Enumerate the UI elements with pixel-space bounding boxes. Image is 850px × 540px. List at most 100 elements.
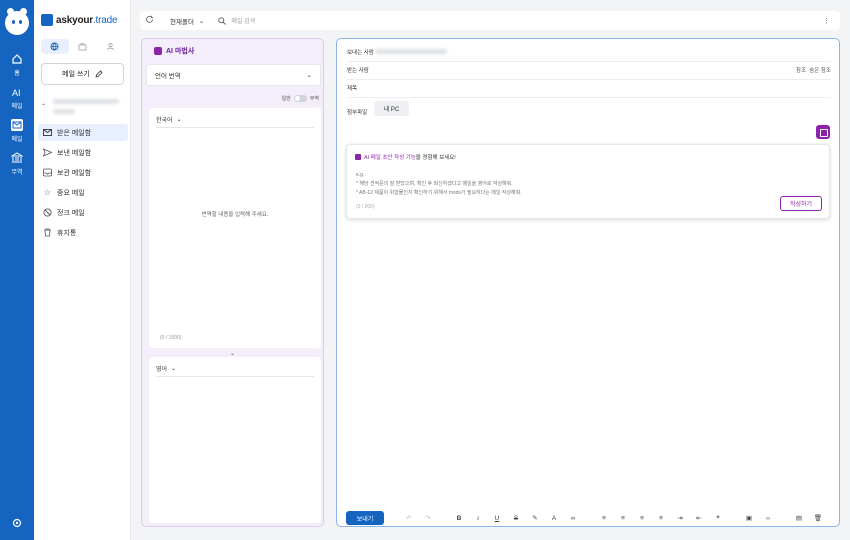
source-lang-select[interactable]: 한국어 ⌄ — [156, 115, 182, 124]
send-button[interactable]: 보내기 — [346, 511, 384, 525]
strikethrough-icon[interactable]: S — [511, 515, 521, 522]
attach-my-pc-button[interactable]: 내 PC — [374, 101, 409, 116]
template-icon[interactable]: ▤ — [794, 514, 804, 522]
bcc-label: 숨은 참조 — [809, 68, 831, 74]
toggle-right-label: 무역 — [309, 96, 319, 102]
italic-icon[interactable]: i — [473, 515, 483, 522]
rail-item-trade[interactable]: 무역 — [0, 152, 34, 176]
person-icon — [106, 42, 114, 51]
text-color-icon[interactable]: A — [549, 515, 559, 522]
inbox-icon — [43, 129, 52, 136]
subject-label: 제목 — [347, 86, 358, 92]
divider — [156, 127, 314, 128]
folder-scope-value: 현재폴더 — [170, 18, 194, 26]
underline-icon[interactable]: U — [492, 515, 502, 522]
editor-toolbar: 보내기 ↶ ↷ B i U S ✎ A ∞ ≡ ≡ ≡ ≡ ⇥ ⇤ ❝ ▣ ‹›… — [346, 511, 830, 525]
code-icon[interactable]: ‹› — [763, 515, 773, 522]
target-lang-value: 영어 — [156, 367, 168, 373]
outdent-icon[interactable]: ⇤ — [694, 514, 704, 522]
rail-item-ai[interactable]: AI 메일 — [0, 86, 34, 110]
app-logo[interactable] — [5, 8, 29, 35]
swap-direction-button[interactable]: ⌄ — [230, 350, 235, 357]
folder-important[interactable]: ☆ 중요 메일 — [38, 184, 128, 201]
folder-trash[interactable]: 휴지통 — [38, 224, 128, 241]
target-lang-select[interactable]: 영어 ⌄ — [156, 364, 176, 373]
compose-button[interactable]: 메일 쓰기 — [41, 63, 124, 85]
cc-button[interactable]: 참조 숨은 참조 — [796, 66, 831, 74]
ai-draft-card: AI 메일 초안 작성 기능을 경험해 보세요! e.g. * 해당 견적문의 … — [346, 144, 830, 219]
from-label: 보내는 사람 — [347, 50, 374, 56]
undo-icon[interactable]: ↶ — [404, 514, 414, 522]
ai-title-text: AI 마법사 — [166, 48, 195, 55]
person-tab[interactable] — [96, 39, 124, 54]
draft-title: AI 메일 초안 작성 기능을 경험해 보세요! — [355, 153, 456, 161]
globe-icon — [50, 42, 59, 51]
settings-icon — [12, 518, 22, 528]
folder-archive[interactable]: 보관 메일함 — [38, 164, 128, 181]
source-placeholder: 번역할 내용을 입력해 주세요. — [201, 212, 269, 218]
search-input[interactable]: 메일 검색 — [218, 16, 255, 25]
folder-label: 받은 메일함 — [57, 129, 92, 137]
logo-eye — [12, 20, 15, 24]
folder-label: 보관 메일함 — [57, 169, 92, 177]
briefcase-tab[interactable] — [69, 39, 97, 54]
chevron-up-icon: ⌃ — [41, 104, 47, 110]
refresh-button[interactable] — [140, 15, 158, 26]
ai-mode-select[interactable]: 언어 번역 ⌄ — [146, 64, 321, 86]
compose-panel: 보내는 사람 받는 사람 참조 숨은 참조 제목 첨부파일 내 PC AI 메일… — [336, 38, 840, 527]
toggle-left-label: 일반 — [281, 96, 291, 102]
more-menu-button[interactable]: ⋮ — [823, 17, 830, 25]
draft-example-line: * 해당 견적문의 잘 받았으며, 확인 후 회신하겠다고 메일을 영어로 작성… — [356, 181, 513, 187]
pencil-icon — [95, 70, 103, 78]
rail-item-mail[interactable]: 메일 — [0, 119, 34, 143]
globe-tab[interactable] — [41, 39, 69, 54]
ai-draft-toggle-button[interactable] — [816, 125, 830, 139]
rail-item-label: 메일 — [11, 104, 23, 110]
star-icon: ☆ — [43, 188, 52, 197]
draft-title-rest: 을 경험해 보세요! — [415, 155, 456, 161]
draft-example-line: * AB-12 제품이 위험물인지 확인하기 위해서 msds가 필요하다는 메… — [356, 190, 522, 196]
folder-inbox[interactable]: 받은 메일함 — [38, 124, 128, 141]
search-placeholder: 메일 검색 — [231, 19, 256, 25]
logo-ear — [7, 8, 14, 15]
folder-junk[interactable]: 정크 메일 — [38, 204, 128, 221]
bold-icon[interactable]: B — [454, 515, 464, 522]
draft-examples[interactable]: e.g. * 해당 견적문의 잘 받았으며, 확인 후 회신하겠다고 메일을 영… — [356, 171, 522, 198]
draft-eg: e.g. — [356, 172, 365, 178]
account-row[interactable]: ⌃ — [41, 97, 124, 117]
rail-item-home[interactable]: 홈 — [0, 53, 34, 77]
indent-icon[interactable]: ⇥ — [675, 514, 685, 522]
from-row[interactable]: 보내는 사람 — [347, 43, 831, 62]
settings-button[interactable] — [0, 518, 34, 530]
ai-icon: AI — [12, 88, 21, 98]
folder-label: 휴지통 — [57, 229, 77, 237]
chevron-down-icon: ⌄ — [171, 366, 177, 372]
block-icon — [43, 208, 52, 217]
folder-scope-select[interactable]: 현재폴더 ⌄ — [164, 12, 210, 29]
draft-title-highlight: AI 메일 초안 작성 기능 — [364, 155, 416, 161]
to-label: 받는 사람 — [347, 68, 369, 74]
redo-icon[interactable]: ↷ — [423, 514, 433, 522]
source-lang-value: 한국어 — [156, 118, 173, 124]
mode-toggle[interactable]: 일반 무역 — [282, 95, 319, 102]
link-icon[interactable]: ∞ — [568, 515, 578, 522]
bank-icon — [11, 152, 23, 163]
subject-row[interactable]: 제목 — [347, 79, 831, 98]
delete-icon[interactable]: 🗑 — [813, 514, 823, 522]
top-bar: 현재폴더 ⌄ 메일 검색 ⋮ — [140, 11, 840, 30]
source-text-area[interactable]: 한국어 ⌄ 번역할 내용을 입력해 주세요. (0 / 1500) — [149, 108, 321, 348]
brand-tld: .trade — [92, 14, 118, 26]
quote-icon[interactable]: ❝ — [713, 514, 723, 522]
justify-icon[interactable]: ≡ — [656, 515, 666, 522]
svg-text:AI: AI — [12, 88, 21, 98]
folder-sent[interactable]: 보낸 메일함 — [38, 144, 128, 161]
align-center-icon[interactable]: ≡ — [618, 515, 628, 522]
draft-write-button[interactable]: 작성하기 — [780, 196, 822, 211]
highlight-icon[interactable]: ✎ — [530, 514, 540, 522]
align-right-icon[interactable]: ≡ — [637, 515, 647, 522]
to-row[interactable]: 받는 사람 참조 숨은 참조 — [347, 61, 831, 80]
toggle-switch[interactable] — [293, 95, 307, 102]
align-left-icon[interactable]: ≡ — [599, 515, 609, 522]
brand-logo[interactable]: askyour.trade — [41, 14, 118, 26]
image-icon[interactable]: ▣ — [744, 514, 754, 522]
